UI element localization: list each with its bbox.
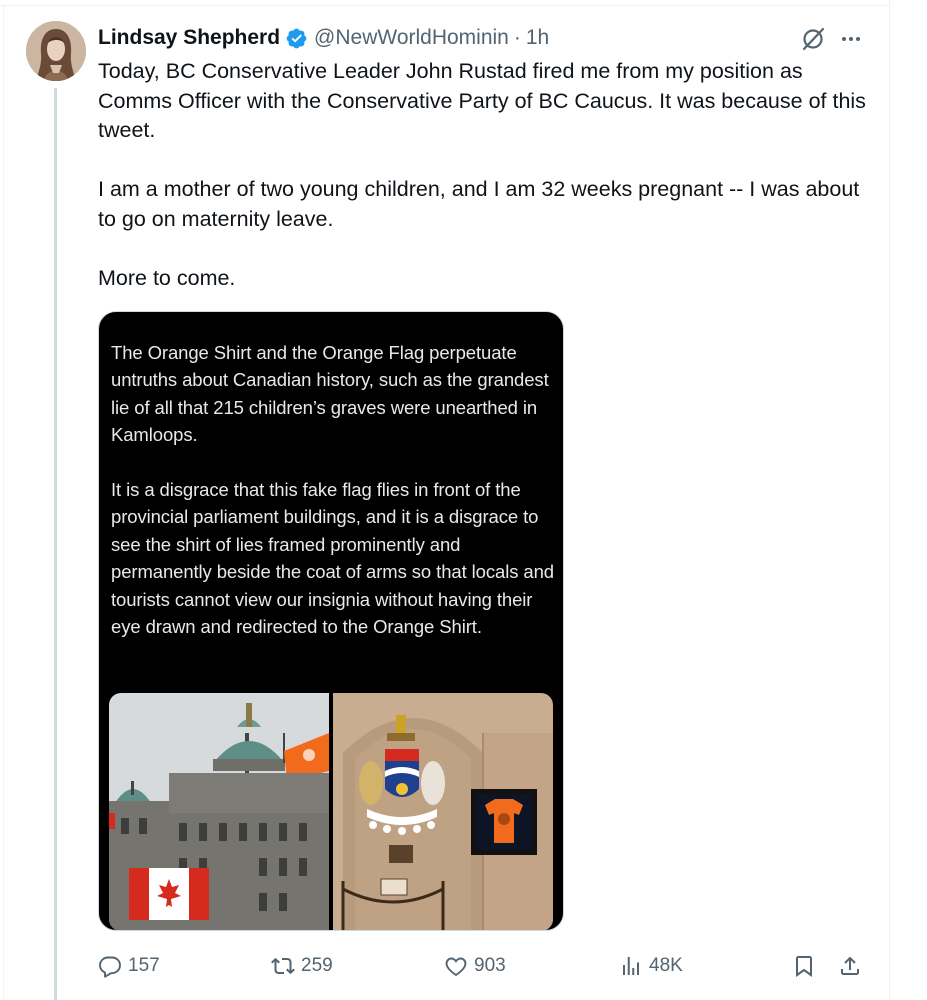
reply-button[interactable]: 157	[98, 950, 160, 982]
tweet-text: Today, BC Conservative Leader John Rusta…	[98, 57, 868, 293]
tweet-container: Lindsay Shepherd @NewWorldHominin · 1h T…	[0, 0, 890, 1000]
top-divider	[0, 5, 890, 6]
author-handle[interactable]: @NewWorldHominin	[314, 26, 509, 50]
like-button[interactable]: 903	[444, 950, 506, 982]
views-count: 48K	[649, 955, 683, 976]
separator-dot: ·	[513, 26, 521, 49]
share-button[interactable]	[838, 950, 862, 982]
screenshot-paragraph: It is a disgrace that this fake flag fli…	[111, 479, 554, 638]
grok-icon[interactable]	[800, 26, 826, 52]
views-button[interactable]: 48K	[619, 950, 683, 982]
screenshot-paragraph: The Orange Shirt and the Orange Flag per…	[111, 342, 549, 446]
thread-line	[54, 88, 57, 1000]
parliament-building-photo[interactable]	[109, 693, 329, 930]
bookmark-button[interactable]	[792, 950, 816, 982]
like-icon	[445, 957, 467, 977]
repost-count: 259	[301, 955, 333, 976]
reply-count: 157	[128, 955, 160, 976]
tweet-paragraph: More to come.	[98, 265, 236, 290]
author-name[interactable]: Lindsay Shepherd	[98, 26, 280, 50]
quoted-screenshot-text: The Orange Shirt and the Orange Flag per…	[111, 339, 561, 640]
repost-button[interactable]: 259	[271, 950, 333, 982]
action-bar: 157 259 903 48K	[98, 950, 868, 982]
coat-of-arms-photo[interactable]	[333, 693, 553, 930]
views-icon	[623, 957, 639, 975]
tweet-paragraph: I am a mother of two young children, and…	[98, 177, 860, 231]
repost-icon	[271, 957, 295, 975]
share-icon	[841, 956, 859, 975]
tweet-paragraph: Today, BC Conservative Leader John Rusta…	[98, 59, 866, 142]
avatar-image	[26, 21, 86, 81]
left-divider	[3, 5, 4, 1000]
bookmark-icon	[796, 956, 812, 977]
more-icon[interactable]	[838, 27, 864, 51]
avatar[interactable]	[26, 21, 86, 81]
like-count: 903	[474, 955, 506, 976]
verified-badge-icon[interactable]	[285, 27, 308, 50]
tweet-media[interactable]: The Orange Shirt and the Orange Flag per…	[98, 311, 564, 931]
reply-icon	[99, 956, 121, 978]
tweet-timestamp[interactable]: 1h	[526, 26, 549, 50]
tweet-header: Lindsay Shepherd @NewWorldHominin · 1h	[98, 24, 549, 52]
